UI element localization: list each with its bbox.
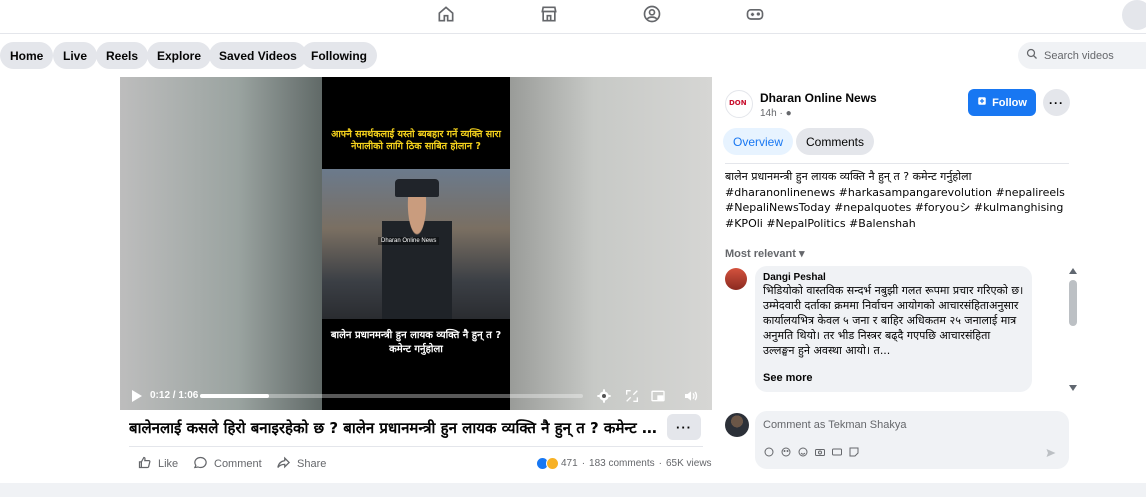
- follow-label: Follow: [992, 96, 1027, 109]
- page-logo[interactable]: DON: [725, 90, 753, 118]
- like-icon: [137, 455, 158, 473]
- sidebar-divider: [725, 163, 1069, 164]
- stats-separator: ·: [658, 458, 662, 469]
- comment-author[interactable]: Dangi Peshal: [763, 272, 1024, 283]
- tab-comments[interactable]: Comments: [796, 128, 875, 155]
- sticker-icon[interactable]: [848, 445, 860, 457]
- follow-button[interactable]: Follow: [968, 89, 1036, 116]
- video-person-hat: [395, 179, 439, 197]
- post-time[interactable]: 14h · ●: [760, 108, 792, 119]
- settings-gear-icon[interactable]: [596, 388, 612, 404]
- video-subnav: Home Live Reels Explore Saved Videos Fol…: [0, 35, 1146, 75]
- comment-icon: [193, 455, 214, 473]
- post-more-button[interactable]: ···: [667, 414, 701, 440]
- comments-scrollbar[interactable]: [1068, 268, 1078, 392]
- post-time-separator: ·: [779, 108, 783, 119]
- post-time-value: 14h: [760, 108, 777, 119]
- video-player[interactable]: आफ्नै समर्थकलाई यस्तो ब्यबहार गर्ने व्यक…: [120, 77, 712, 410]
- post-divider: [129, 446, 703, 447]
- reaction-count[interactable]: 471: [561, 458, 578, 469]
- video-scene: Dharan Online News: [322, 169, 510, 319]
- pill-explore[interactable]: Explore: [147, 42, 212, 69]
- avatar-sticker-icon[interactable]: [763, 445, 775, 457]
- camera-icon[interactable]: [814, 445, 826, 457]
- scroll-thumb[interactable]: [1069, 280, 1077, 326]
- video-caption-top: आफ्नै समर्थकलाई यस्तो ब्यबहार गर्ने व्यक…: [331, 129, 501, 152]
- views-count: 65K views: [665, 458, 712, 469]
- search-icon: [1026, 48, 1044, 63]
- search-input[interactable]: Search videos: [1018, 42, 1146, 69]
- comment-sort-label: Most relevant: [725, 248, 796, 260]
- post-description: बालेन प्रधानमन्त्री हुन लायक व्यक्ति नै …: [725, 170, 1065, 230]
- share-label: Share: [297, 458, 327, 470]
- marketplace-icon[interactable]: [537, 2, 561, 26]
- comment-bubble: Dangi Peshal भिडियोको वास्तविक सन्दर्भ न…: [755, 266, 1032, 392]
- scroll-up-icon[interactable]: [1069, 268, 1077, 274]
- home-icon[interactable]: [434, 2, 458, 26]
- video-progress-fill: [200, 394, 269, 398]
- gaming-icon[interactable]: [743, 2, 767, 26]
- commenter-avatar[interactable]: [725, 268, 747, 290]
- stats-separator: ·: [581, 458, 586, 469]
- comment-text: भिडियोको वास्तविक सन्दर्भ नबुझी गलत रूपम…: [763, 284, 1024, 357]
- page-logo-text: DON: [729, 99, 747, 107]
- like-label: Like: [158, 458, 179, 470]
- volume-icon[interactable]: [683, 388, 699, 404]
- composer-toolbar: [763, 445, 860, 457]
- video-time: 0:12 / 1:06: [150, 390, 199, 401]
- see-more-link[interactable]: See more: [763, 372, 1024, 384]
- current-user-avatar[interactable]: [725, 413, 749, 437]
- page-name[interactable]: Dharan Online News: [760, 91, 877, 105]
- video-frame: आफ्नै समर्थकलाई यस्तो ब्यबहार गर्ने व्यक…: [322, 77, 510, 410]
- comment-button[interactable]: Comment: [193, 455, 262, 473]
- follow-icon: [977, 96, 992, 109]
- video-person: [382, 179, 452, 319]
- video-progress-bar[interactable]: [200, 394, 583, 398]
- play-icon[interactable]: [132, 390, 142, 402]
- comment-composer[interactable]: Comment as Tekman Shakya: [755, 411, 1069, 469]
- haha-reaction-icon: [546, 457, 559, 470]
- comment-input-placeholder: Comment as Tekman Shakya: [763, 419, 907, 431]
- pill-home[interactable]: Home: [0, 42, 54, 69]
- send-icon[interactable]: [1045, 446, 1057, 458]
- comment-label: Comment: [214, 458, 262, 470]
- account-avatar[interactable]: [1122, 0, 1146, 30]
- pill-reels[interactable]: Reels: [96, 42, 149, 69]
- pill-live[interactable]: Live: [53, 42, 98, 69]
- comments-count[interactable]: 183 comments: [589, 458, 655, 469]
- smile-icon[interactable]: [797, 445, 809, 457]
- scroll-down-icon[interactable]: [1069, 385, 1077, 391]
- pill-following[interactable]: Following: [301, 42, 377, 69]
- sidebar-more-button[interactable]: ···: [1043, 89, 1070, 116]
- globe-icon: ●: [785, 108, 792, 119]
- fullscreen-icon[interactable]: [624, 388, 640, 404]
- comment-sort-dropdown[interactable]: Most relevant ▾: [725, 247, 805, 260]
- groups-icon[interactable]: [640, 2, 664, 26]
- video-watermark: Dharan Online News: [378, 237, 440, 245]
- top-navigation: [0, 0, 1146, 34]
- tab-overview[interactable]: Overview: [723, 128, 794, 155]
- search-placeholder: Search videos: [1044, 49, 1114, 62]
- picture-in-picture-icon[interactable]: [650, 388, 666, 404]
- bottom-strip: [0, 483, 1146, 497]
- emoji-icon[interactable]: [780, 445, 792, 457]
- share-icon: [276, 455, 297, 473]
- chevron-down-icon: ▾: [798, 248, 805, 260]
- pill-saved-videos[interactable]: Saved Videos: [209, 42, 307, 69]
- post-title: बालेनलाई कसले हिरो बनाइरहेको छ ? बालेन प…: [129, 419, 659, 437]
- video-controls: 0:12 / 1:06: [120, 382, 712, 410]
- share-button[interactable]: Share: [276, 455, 326, 473]
- like-button[interactable]: Like: [137, 455, 178, 473]
- video-caption-bottom: बालेन प्रधानमन्त्री हुन लायक व्यक्ति नै …: [330, 330, 502, 355]
- post-stats: 471 · 183 comments · 65K views: [536, 457, 712, 470]
- gif-icon[interactable]: [831, 445, 843, 457]
